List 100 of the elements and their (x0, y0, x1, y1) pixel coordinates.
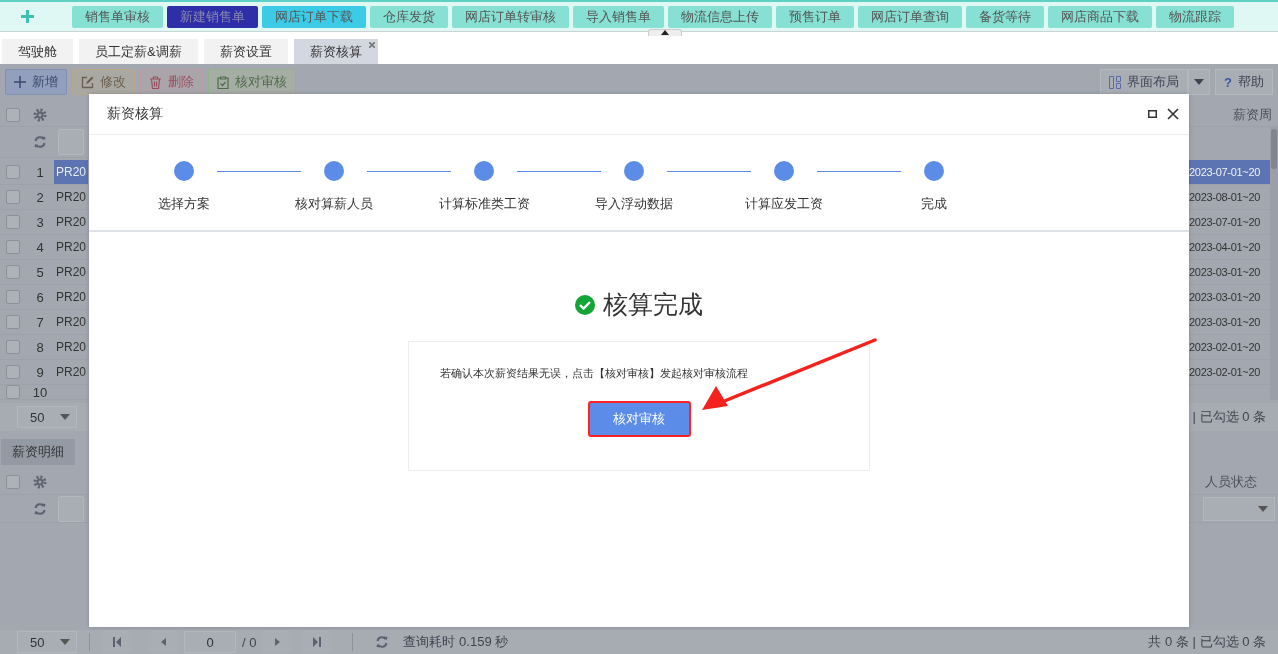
table-cell[interactable]: 2023-02-01~20 (1189, 360, 1270, 384)
checkbox[interactable] (6, 365, 20, 379)
nav-button[interactable]: 导入销售单 (573, 5, 664, 28)
checkbox[interactable] (6, 215, 20, 229)
step-dot (474, 161, 494, 181)
step-label: 计算标准类工资 (437, 195, 531, 213)
step-label: 导入浮动数据 (594, 195, 674, 213)
plus-icon[interactable] (20, 10, 34, 23)
step-label: 完成 (920, 195, 948, 213)
row-number: 1 (35, 164, 45, 180)
step-dot (174, 161, 194, 181)
dialog-title: 薪资核算 (107, 105, 164, 123)
checkbox[interactable] (6, 240, 20, 254)
nav-button[interactable]: 销售单审核 (72, 5, 163, 28)
table-cell[interactable]: 2023-03-01~20 (1189, 285, 1270, 309)
checkbox[interactable] (6, 165, 20, 179)
row-number: 5 (35, 264, 45, 280)
layout-button[interactable]: 界面布局 (1100, 69, 1189, 95)
refresh-icon[interactable] (375, 635, 390, 649)
table-cell[interactable]: PR20 (54, 360, 88, 384)
checkbox[interactable] (6, 190, 20, 204)
scrollbar[interactable] (1270, 127, 1278, 400)
selection-summary: | 已勾选 0 条 (1192, 408, 1267, 426)
tab[interactable]: 薪资核算 (293, 39, 378, 64)
tab[interactable]: 薪资明细 (1, 439, 75, 465)
toolbar-button[interactable]: 修改 (72, 69, 135, 95)
settings-icon[interactable] (33, 107, 47, 122)
settings-icon[interactable] (33, 474, 47, 489)
tab[interactable]: 驾驶舱 (2, 39, 73, 64)
page-input[interactable]: 0 (184, 631, 236, 653)
checkbox[interactable] (6, 385, 20, 399)
table-cell[interactable]: PR20 (54, 210, 88, 234)
table-cell[interactable]: PR20 (54, 335, 88, 359)
last-page-icon (313, 637, 322, 647)
step-dot (324, 161, 344, 181)
nav-button[interactable]: 新建销售单 (167, 5, 258, 28)
plus-icon (14, 76, 26, 88)
checkbox[interactable] (6, 474, 20, 489)
step-label: 核对算薪人员 (294, 195, 374, 213)
row-number: 10 (31, 385, 49, 399)
tab[interactable]: 员工定薪&调薪 (79, 39, 198, 64)
maximize-icon[interactable] (1148, 110, 1157, 118)
edit-icon (81, 75, 94, 89)
table-cell[interactable]: 2023-04-01~20 (1189, 235, 1270, 259)
checkbox[interactable] (6, 290, 20, 304)
table-cell[interactable]: PR20 (54, 235, 88, 259)
step-dot (774, 161, 794, 181)
clipboard-check-icon (217, 75, 229, 89)
table-cell[interactable]: 2023-08-01~20 (1189, 185, 1270, 209)
close-icon[interactable] (1167, 108, 1179, 120)
tab[interactable]: 薪资设置 (203, 39, 288, 64)
help-button[interactable]: ? 帮助 (1215, 69, 1273, 95)
table-cell[interactable]: PR20 (54, 160, 88, 184)
table-cell[interactable]: PR20 (54, 260, 88, 284)
result-title: 核算完成 (603, 289, 703, 320)
nav-button[interactable]: 物流信息上传 (668, 5, 772, 28)
table-cell[interactable]: 2023-02-01~20 (1189, 335, 1270, 359)
message-text: 若确认本次薪资结果无误，点击【核对审核】发起核对审核流程 (440, 366, 748, 381)
table-cell[interactable]: PR20 (54, 185, 88, 209)
caret-down-icon (60, 414, 70, 420)
toolbar-button[interactable]: 新增 (5, 69, 67, 95)
checkbox[interactable] (6, 315, 20, 329)
page-size-select[interactable]: 50 (17, 631, 77, 653)
dropdown-button[interactable] (1188, 69, 1211, 95)
table-cell[interactable]: PR20 (54, 285, 88, 309)
refresh-icon[interactable] (33, 501, 47, 516)
next-icon (274, 638, 280, 646)
table-cell[interactable]: 2023-07-01~20 (1189, 210, 1270, 234)
audit-button[interactable]: 核对审核 (587, 401, 691, 437)
table-cell[interactable]: PR20 (54, 310, 88, 334)
nav-button[interactable]: 预售订单 (776, 5, 854, 28)
nav-button[interactable]: 备货等待 (966, 5, 1044, 28)
nav-button[interactable]: 网店订单下载 (262, 5, 366, 28)
nav-button[interactable]: 网店订单转审核 (452, 5, 569, 28)
step-dot (624, 161, 644, 181)
row-number: 3 (35, 214, 45, 230)
caret-down-icon (60, 639, 70, 645)
refresh-icon[interactable] (33, 135, 47, 149)
trash-icon (149, 75, 162, 89)
row-number: 2 (35, 189, 45, 205)
caret-down-icon (1194, 79, 1205, 85)
row-number: 6 (35, 289, 45, 305)
toolbar-button[interactable]: 核对审核 (208, 69, 296, 95)
nav-button[interactable]: 网店订单查询 (858, 5, 962, 28)
table-cell[interactable]: 2023-03-01~20 (1189, 260, 1270, 284)
page-size-select[interactable]: 50 (17, 406, 77, 428)
check-circle-icon (575, 294, 595, 315)
record-summary: 共 0 条 | 已勾选 0 条 (1148, 633, 1267, 651)
checkbox[interactable] (6, 265, 20, 279)
first-page-icon (113, 637, 121, 647)
checkbox[interactable] (6, 340, 20, 354)
status-select[interactable] (1203, 496, 1275, 521)
nav-button[interactable]: 网店商品下载 (1048, 5, 1152, 28)
step-label: 计算应发工资 (744, 195, 824, 213)
nav-button[interactable]: 仓库发货 (370, 5, 448, 28)
table-cell[interactable]: 2023-03-01~20 (1189, 310, 1270, 334)
checkbox[interactable] (6, 107, 20, 122)
nav-button[interactable]: 物流跟踪 (1156, 5, 1234, 28)
step-dot (924, 161, 944, 181)
table-cell[interactable]: 2023-07-01~20 (1189, 160, 1270, 184)
